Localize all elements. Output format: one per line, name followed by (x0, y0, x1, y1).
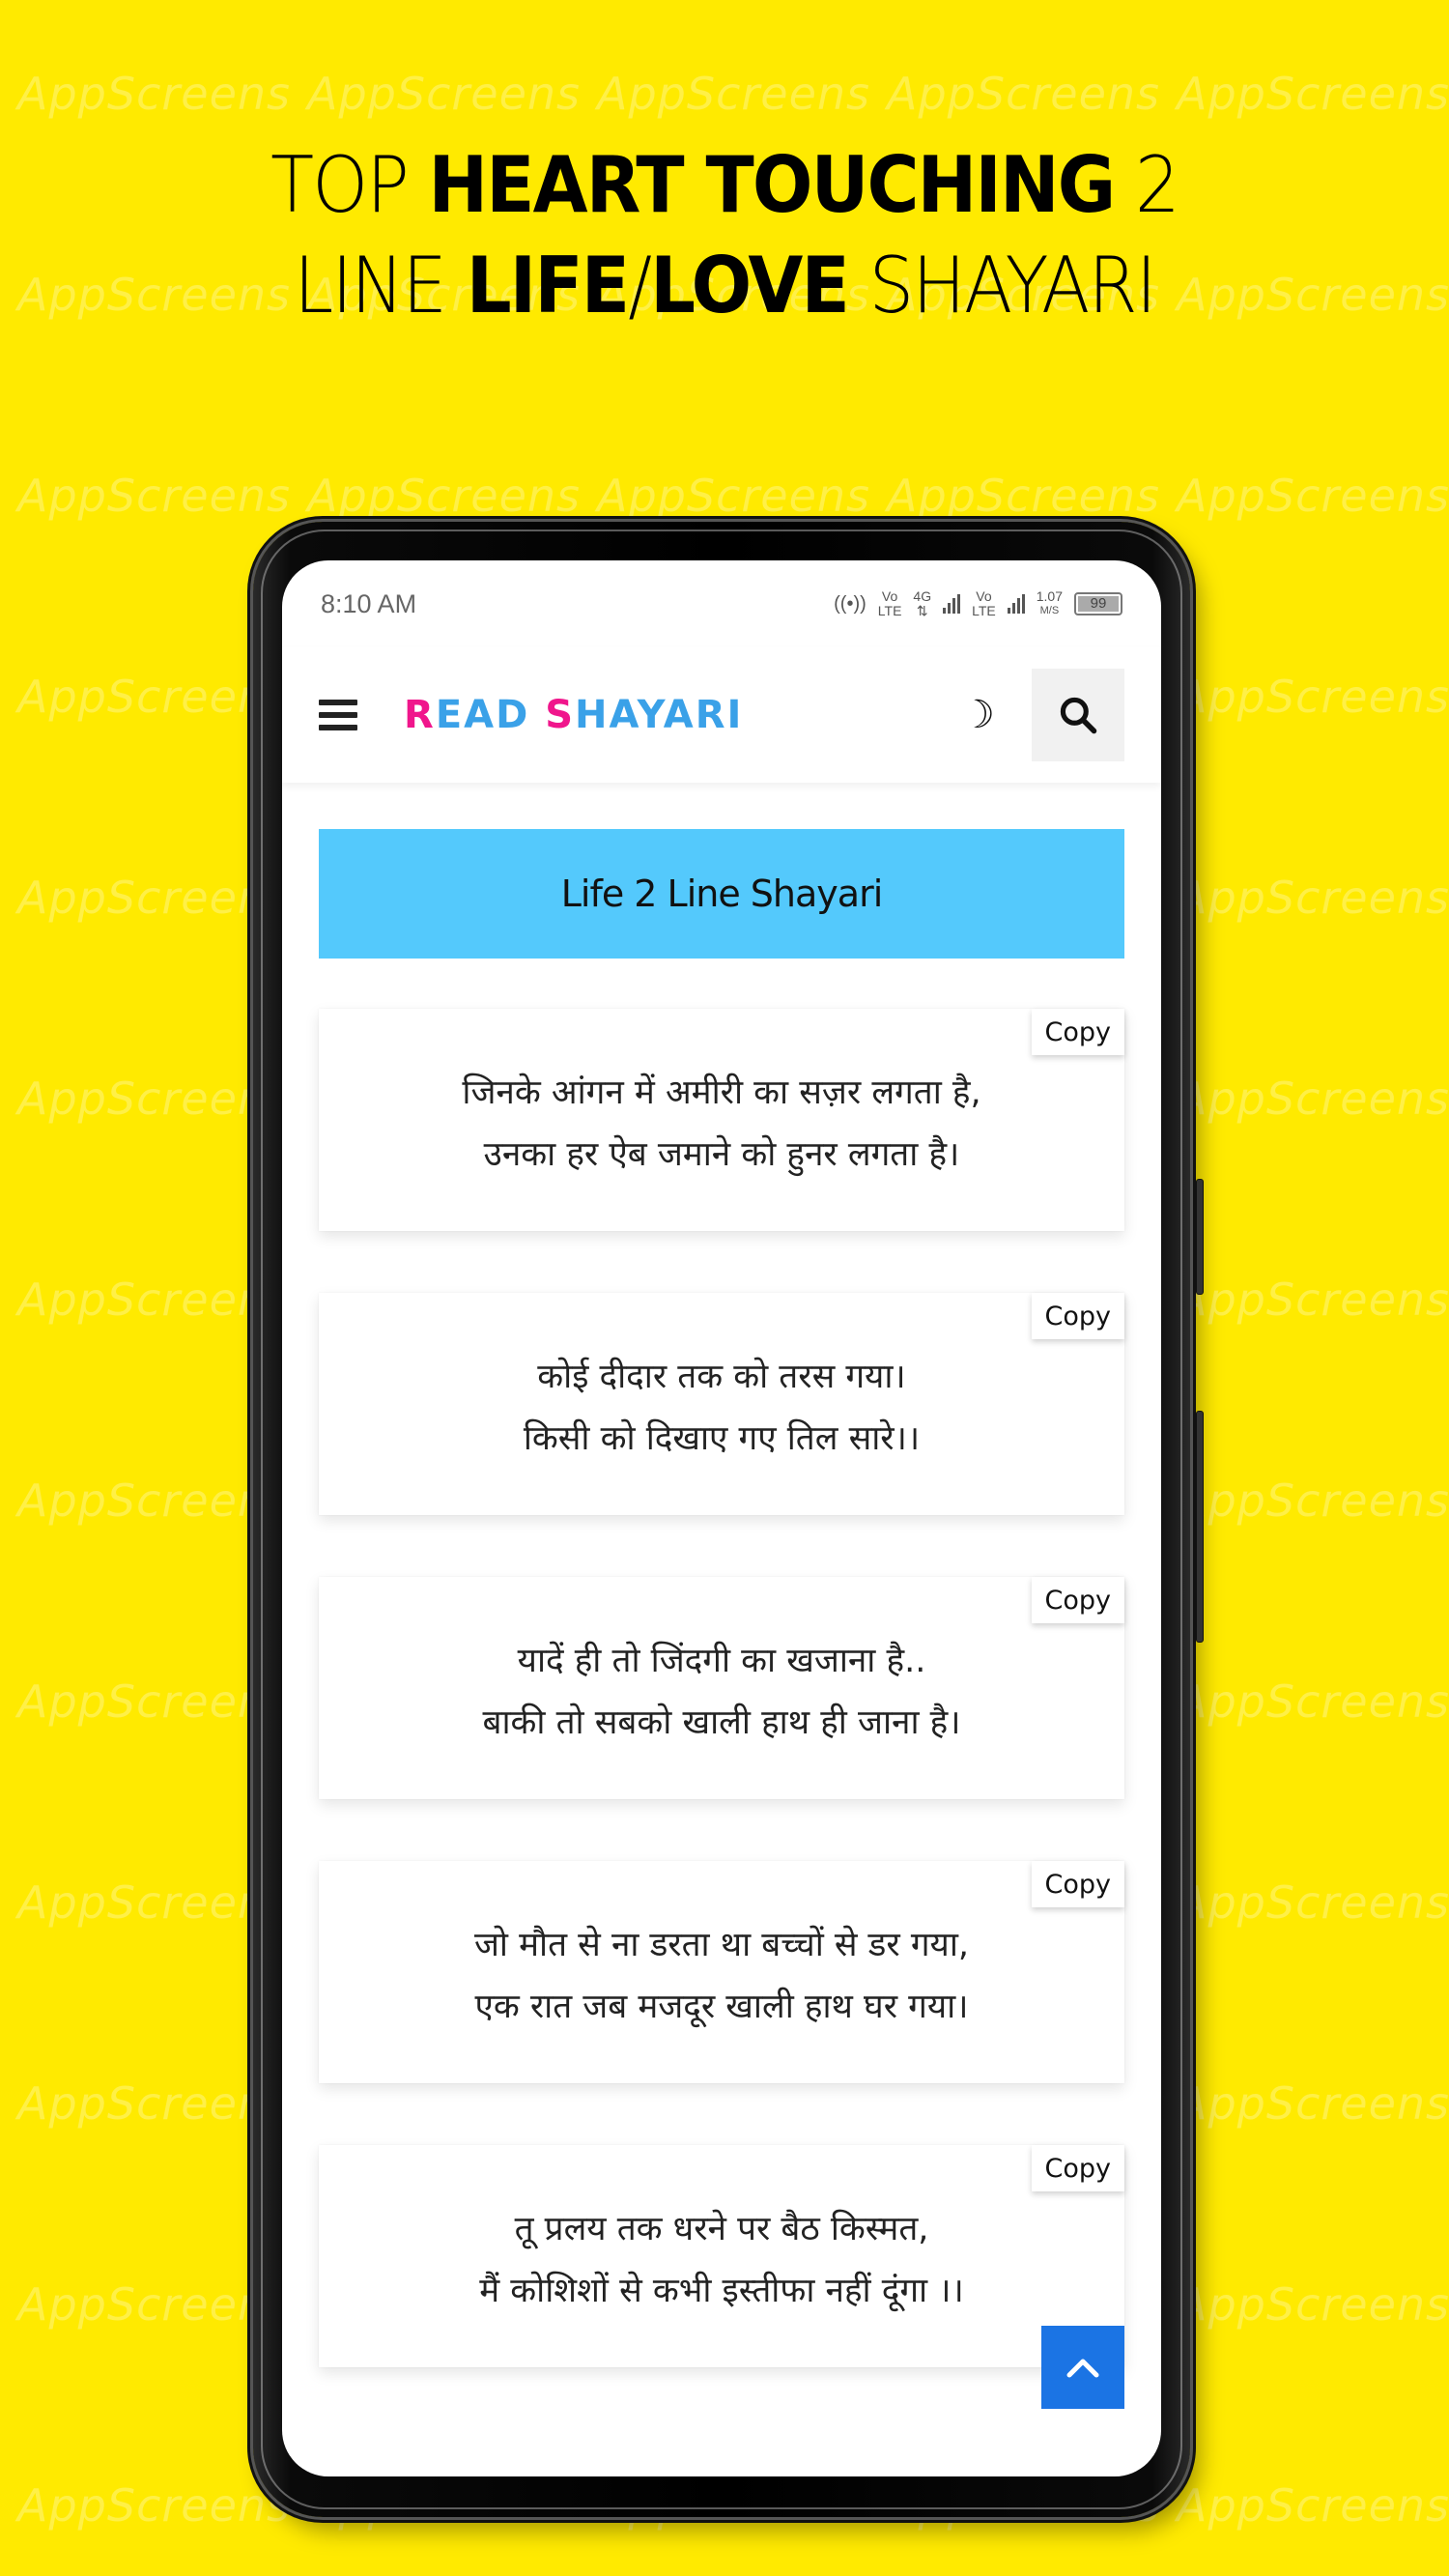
shayari-line: यादें ही तो जिंदगी का खजाना है.. (517, 1642, 926, 1680)
watermark-text: AppScreens (17, 1876, 291, 1929)
watermark-text: AppScreens (887, 470, 1160, 522)
watermark-text: AppScreens (17, 1675, 291, 1728)
watermark-text: AppScreens (597, 470, 870, 522)
data-arrows-icon: ⇅ (916, 603, 928, 618)
promo-headline: TOP HEART TOUCHING 2 LINE LIFE/LOVE SHAY… (58, 135, 1391, 336)
phone-frame: 8:10 AM ((•)) Vo LTE 4G ⇅ Vo LTE 1.07 M/S 99… (253, 522, 1204, 2517)
sim1-label-top: Vo (881, 588, 898, 604)
headline-segment: LINE (294, 241, 467, 330)
network-speed: 1.07 M/S (1037, 589, 1063, 618)
shayari-line: कोई दीदार तक को तरस गया। (537, 1358, 906, 1396)
watermark-text: AppScreens (17, 470, 291, 522)
volume-button (1196, 1179, 1204, 1295)
hamburger-menu-icon[interactable] (319, 700, 357, 730)
content-area: Life 2 Line Shayari Copy जिनके आंगन में … (282, 783, 1161, 2367)
logo-text: EAD (435, 693, 546, 737)
watermark-text: AppScreens (1177, 1274, 1449, 1326)
watermark-text: AppScreens (17, 671, 291, 723)
network-label: 4G (913, 588, 932, 604)
headline-segment: HEART TOUCHING (428, 140, 1116, 230)
search-button[interactable] (1032, 669, 1124, 761)
chevron-up-icon (1066, 2359, 1099, 2378)
shayari-line: मैं कोशिशों से कभी इस्तीफा नहीं दूंगा ।। (479, 2272, 964, 2310)
logo-letter: S (545, 693, 576, 737)
status-time: 8:10 AM (321, 588, 417, 618)
watermark-text: AppScreens (1177, 671, 1449, 723)
logo-letter: R (404, 693, 436, 737)
battery-icon: 99 (1074, 592, 1122, 615)
watermark-text: AppScreens (17, 1274, 291, 1326)
shayari-line: जिनके आंगन में अमीरी का सज़र लगता है, (462, 1073, 981, 1112)
shayari-card: Copy यादें ही तो जिंदगी का खजाना है.. बा… (319, 1577, 1124, 1799)
watermark-text: AppScreens (1177, 470, 1449, 522)
scroll-to-top-button[interactable] (1041, 2326, 1124, 2409)
watermark-text: AppScreens (17, 872, 291, 924)
watermark-text: AppScreens (1177, 872, 1449, 924)
moon-icon[interactable]: ☾ (960, 693, 995, 737)
shayari-card: Copy जो मौत से ना डरता था बच्चों से डर ग… (319, 1861, 1124, 2083)
watermark-text: AppScreens (17, 1073, 291, 1125)
watermark-text: AppScreens (1177, 2479, 1449, 2532)
watermark-text: AppScreens (1177, 1474, 1449, 1527)
watermark-text: AppScreens (1177, 1876, 1449, 1929)
section-title: Life 2 Line Shayari (319, 829, 1124, 959)
copy-button[interactable]: Copy (1031, 1009, 1124, 1055)
hotspot-icon: ((•)) (834, 592, 867, 615)
shayari-line: बाकी तो सबको खाली हाथ ही जाना है। (482, 1703, 961, 1742)
watermark-text: AppScreens (1177, 68, 1449, 120)
network-type-icon: 4G ⇅ (913, 589, 931, 618)
shayari-line: एक रात जब मजदूर खाली हाथ घर गया। (474, 1988, 969, 2026)
sim1-label-bottom: LTE (877, 603, 902, 618)
copy-button[interactable]: Copy (1031, 2145, 1124, 2191)
watermark-text: AppScreens (1177, 1073, 1449, 1125)
search-icon (1060, 697, 1097, 734)
app-bar: READ SHAYARI ☾ (282, 647, 1161, 783)
watermark-text: AppScreens (1177, 2077, 1449, 2130)
copy-button[interactable]: Copy (1031, 1293, 1124, 1339)
volte-sim2-icon: Vo LTE (972, 589, 996, 618)
sim2-label-top: Vo (976, 588, 992, 604)
shayari-line: किसी को दिखाए गए तिल सारे।। (523, 1419, 921, 1458)
headline-segment: / (628, 241, 652, 330)
phone-screen: 8:10 AM ((•)) Vo LTE 4G ⇅ Vo LTE 1.07 M/S 99… (282, 560, 1161, 2476)
watermark-text: AppScreens (17, 2479, 291, 2532)
copy-button[interactable]: Copy (1031, 1861, 1124, 1907)
shayari-line: उनका हर ऐब जमाने को हुनर लगता है। (483, 1135, 960, 1174)
power-button (1196, 1411, 1204, 1643)
shayari-line: तू प्रलय तक धरने पर बैठ किस्मत, (514, 2210, 929, 2248)
battery-level: 99 (1078, 596, 1119, 612)
signal-sim2-icon (1007, 594, 1025, 614)
copy-button[interactable]: Copy (1031, 1577, 1124, 1623)
shayari-line: जो मौत से ना डरता था बच्चों से डर गया, (473, 1926, 970, 1964)
headline-segment: TOP (270, 140, 429, 230)
shayari-card: Copy कोई दीदार तक को तरस गया। किसी को दि… (319, 1293, 1124, 1515)
headline-segment: LIFE (466, 241, 630, 330)
signal-sim1-icon (943, 594, 961, 614)
headline-segment: SHAYARI (847, 241, 1156, 330)
watermark-text: AppScreens (307, 68, 581, 120)
speed-unit: M/S (1039, 605, 1060, 616)
status-icons: ((•)) Vo LTE 4G ⇅ Vo LTE 1.07 M/S 99 (834, 589, 1122, 618)
volte-sim1-icon: Vo LTE (878, 589, 902, 618)
shayari-card: Copy तू प्रलय तक धरने पर बैठ किस्मत, मैं… (319, 2145, 1124, 2367)
site-logo[interactable]: READ SHAYARI (404, 693, 743, 737)
watermark-text: AppScreens (597, 68, 870, 120)
status-bar: 8:10 AM ((•)) Vo LTE 4G ⇅ Vo LTE 1.07 M/S 99 (282, 560, 1161, 647)
shayari-card: Copy जिनके आंगन में अमीरी का सज़र लगता ह… (319, 1009, 1124, 1231)
headline-segment: LOVE (650, 241, 850, 330)
watermark-text: AppScreens (1177, 2278, 1449, 2331)
headline-segment: 2 (1114, 140, 1180, 230)
speed-value: 1.07 (1036, 588, 1063, 604)
sim2-label-bottom: LTE (972, 603, 996, 618)
watermark-text: AppScreens (887, 68, 1160, 120)
headline-line-2: LINE LIFE/LOVE SHAYARI (58, 236, 1391, 336)
watermark-text: AppScreens (17, 68, 291, 120)
watermark-text: AppScreens (1177, 1675, 1449, 1728)
watermark-text: AppScreens (307, 470, 581, 522)
watermark-text: AppScreens (17, 2278, 291, 2331)
logo-text: HAYARI (575, 693, 744, 737)
watermark-text: AppScreens (17, 2077, 291, 2130)
watermark-text: AppScreens (17, 1474, 291, 1527)
headline-line-1: TOP HEART TOUCHING 2 (58, 135, 1391, 236)
